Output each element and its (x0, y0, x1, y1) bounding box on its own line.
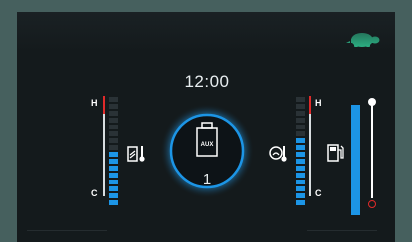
left-gauge-segment (109, 165, 118, 171)
left-gauge-segment (109, 172, 118, 178)
right-gauge-segment (296, 200, 305, 205)
left-gauge-scale-line (103, 114, 105, 196)
fuel-full-marker (368, 98, 376, 106)
turtle-icon (346, 33, 380, 47)
left-gauge-segment (109, 110, 118, 116)
left-gauge-segment (109, 117, 118, 123)
right-gauge-segment (296, 103, 305, 109)
hydraulic-oil-temperature-icon (127, 146, 145, 162)
display-screen: 12:00 H C AUX 1 H C (17, 12, 395, 242)
right-gauge-low-label: C (315, 188, 322, 198)
fuel-empty-marker (368, 200, 376, 208)
left-gauge-segment (109, 124, 118, 130)
left-gauge-segment (109, 97, 118, 102)
gear-number: 1 (202, 171, 212, 188)
left-gauge-segment (109, 179, 118, 185)
left-gauge-redline (103, 96, 105, 114)
right-gauge-segment (296, 124, 305, 130)
right-gauge-segment (296, 110, 305, 116)
right-gauge-segment (296, 117, 305, 123)
left-gauge-segment (109, 152, 118, 157)
aux-attachment-icon: AUX (196, 122, 218, 157)
left-gauge-segment (109, 103, 118, 109)
right-gauge-segment (296, 193, 305, 199)
right-gauge-high-label: H (315, 98, 322, 108)
fuel-pump-icon (327, 144, 344, 162)
right-gauge-segment (296, 158, 305, 164)
left-gauge-segment (109, 131, 118, 137)
left-gauge-segment (109, 186, 118, 192)
left-gauge-segment (109, 138, 118, 144)
clock-time: 12:00 (184, 72, 230, 91)
fuel-scale-line (371, 103, 373, 198)
right-gauge-segment (296, 165, 305, 171)
aux-label: AUX (201, 142, 214, 148)
right-gauge-segment (296, 186, 305, 192)
right-gauge-segment (296, 152, 305, 157)
left-gauge-segment (109, 158, 118, 164)
right-gauge-scale-line (309, 114, 311, 196)
left-gauge-segment (109, 193, 118, 199)
fuel-level-bar (351, 105, 360, 215)
engine-oil-temperature-icon (269, 146, 287, 162)
left-gauge-segment (109, 200, 118, 205)
right-gauge-segment (296, 145, 305, 150)
right-gauge-segment (296, 138, 305, 144)
left-gauge-segment (109, 145, 118, 150)
right-temperature-bar (296, 96, 305, 206)
bottom-divider-right (307, 230, 377, 231)
left-temperature-bar (109, 96, 118, 206)
bottom-divider-left (27, 230, 107, 231)
right-gauge-segment (296, 131, 305, 137)
right-gauge-segment (296, 97, 305, 102)
right-gauge-redline (309, 96, 311, 114)
right-gauge-segment (296, 172, 305, 178)
left-gauge-high-label: H (91, 98, 98, 108)
right-gauge-segment (296, 179, 305, 185)
left-gauge-low-label: C (91, 188, 98, 198)
